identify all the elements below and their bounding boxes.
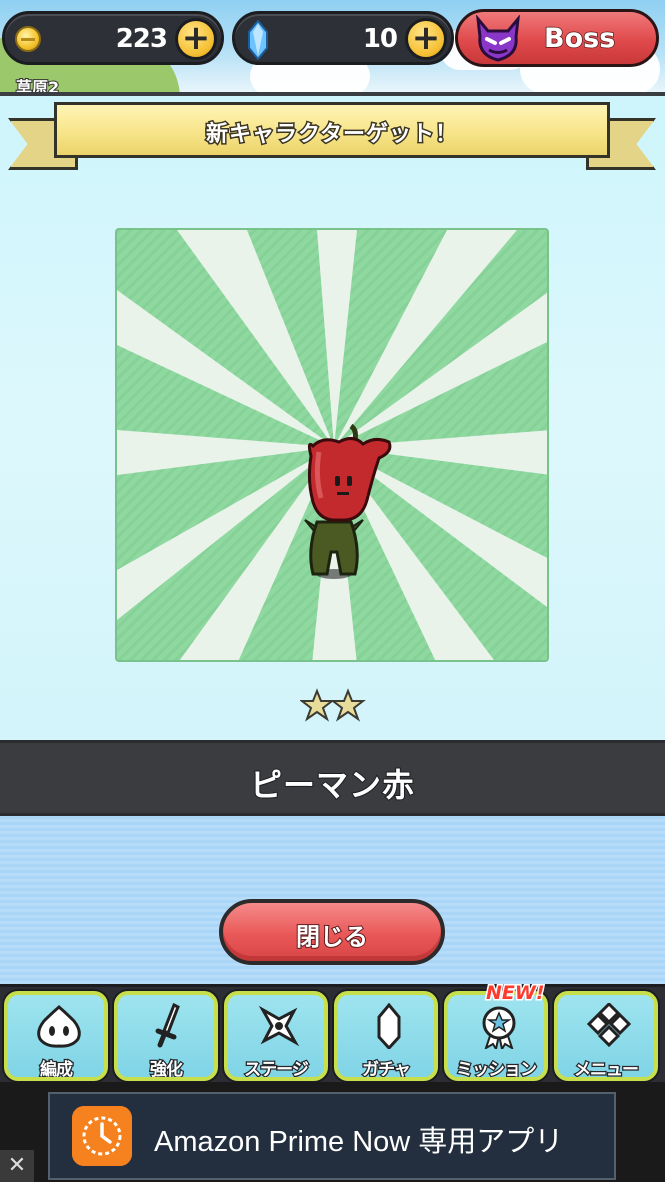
ad-close-button[interactable]: ✕ <box>0 1150 34 1182</box>
rarity-stars <box>300 688 366 722</box>
bottom-nav: 編成 強化 ステージ ガチャ ミッション メニュー <box>0 984 665 1082</box>
clock-app-icon <box>72 1106 132 1166</box>
devil-icon <box>476 15 520 62</box>
nav-formation-label: 編成 <box>39 1059 75 1080</box>
piman-red-character <box>304 423 392 579</box>
crystal-icon <box>377 1003 401 1049</box>
gem-icon <box>248 20 268 60</box>
character-name-bar: ピーマン赤 <box>0 740 665 816</box>
add-coins-button[interactable]: + <box>175 18 217 60</box>
nav-menu-label: メニュー <box>573 1059 641 1080</box>
nav-mission-label: ミッション <box>455 1059 539 1080</box>
title-ribbon: 新キャラクターゲット！ <box>8 100 656 174</box>
nav-stage-label: ステージ <box>243 1059 310 1080</box>
gem-counter: 10 + <box>232 11 454 65</box>
close-button[interactable]: 閉じる <box>219 899 445 965</box>
ad-link[interactable]: Amazon Prime Now 専用アプリ <box>48 1092 616 1180</box>
character-name: ピーマン赤 <box>249 765 415 805</box>
coin-value: 223 <box>115 24 168 54</box>
nav-gacha-label: ガチャ <box>361 1059 412 1080</box>
add-gems-button[interactable]: + <box>405 18 447 60</box>
medal-icon <box>482 1006 516 1049</box>
map-area-label: 草原2 <box>15 77 60 92</box>
diamond-grid-icon <box>586 1003 632 1048</box>
boss-label: Boss <box>543 22 616 55</box>
ad-banner: Amazon Prime Now 専用アプリ <box>0 1082 665 1182</box>
coin-icon <box>15 26 41 52</box>
character-card <box>115 228 549 662</box>
nav-stage[interactable]: ステージ <box>224 991 328 1081</box>
new-badge: NEW! <box>485 981 546 1006</box>
boss-button[interactable]: Boss <box>455 9 659 67</box>
nav-upgrade[interactable]: 強化 <box>114 991 218 1081</box>
nav-upgrade-label: 強化 <box>149 1059 185 1080</box>
coin-counter: 223 + <box>2 11 224 65</box>
nav-formation[interactable]: 編成 <box>4 991 108 1081</box>
nav-gacha[interactable]: ガチャ <box>334 991 438 1081</box>
sword-icon <box>155 1003 180 1048</box>
gem-value: 10 <box>362 24 398 54</box>
nav-mission[interactable]: ミッション <box>444 991 548 1081</box>
close-button-label: 閉じる <box>295 922 369 952</box>
shuriken-icon <box>258 1005 300 1047</box>
dialog-title: 新キャラクターゲット！ <box>204 121 459 149</box>
ad-text: Amazon Prime Now 専用アプリ <box>154 1126 564 1158</box>
blob-icon <box>37 1005 81 1048</box>
nav-menu[interactable]: メニュー <box>554 991 658 1081</box>
